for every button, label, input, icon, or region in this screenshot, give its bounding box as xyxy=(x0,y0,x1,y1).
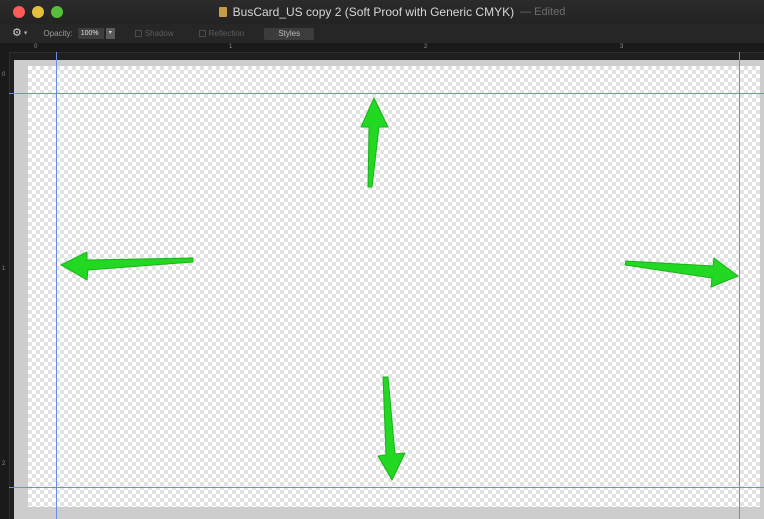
horizontal-ruler[interactable]: 0 1 2 3 xyxy=(0,43,764,53)
window-title: BusCard_US copy 2 (Soft Proof with Gener… xyxy=(232,5,515,19)
window-title-group: BusCard_US copy 2 (Soft Proof with Gener… xyxy=(0,0,764,24)
reflection-label: Reflection xyxy=(208,29,245,38)
opacity-input[interactable]: 100% xyxy=(77,28,104,39)
ruler-tick-label: 2 xyxy=(424,44,428,50)
app-window: BusCard_US copy 2 (Soft Proof with Gener… xyxy=(0,0,764,519)
vertical-ruler[interactable]: 0 1 2 xyxy=(0,52,10,519)
ruler-tick-label: 0 xyxy=(34,44,38,50)
styles-button[interactable]: Styles xyxy=(264,27,315,40)
document-icon xyxy=(218,7,227,17)
shadow-label: Shadow xyxy=(144,29,174,38)
guide-line-right[interactable] xyxy=(739,52,740,519)
transparent-canvas[interactable] xyxy=(28,66,760,507)
ruler-tick-label: 1 xyxy=(2,266,6,272)
shadow-checkbox-box xyxy=(134,30,142,37)
chevron-down-icon: ▾ xyxy=(23,30,28,37)
reflection-checkbox-box xyxy=(198,30,206,37)
ruler-tick-label: 0 xyxy=(2,72,6,78)
ruler-tick-label: 1 xyxy=(229,44,233,50)
opacity-dropdown-button[interactable]: ▾ xyxy=(105,28,115,39)
ruler-tick-label: 2 xyxy=(2,461,6,467)
reflection-checkbox[interactable]: Reflection xyxy=(198,29,245,38)
title-bar: BusCard_US copy 2 (Soft Proof with Gener… xyxy=(0,0,764,24)
toolbar: ⚙ ▾ Opacity: 100% ▾ Shadow Reflection St… xyxy=(0,24,764,43)
guide-line-left[interactable] xyxy=(56,52,57,519)
guide-line-bottom[interactable] xyxy=(9,487,764,488)
canvas-area xyxy=(14,60,764,519)
gear-icon: ⚙ xyxy=(12,27,22,39)
ruler-tick-label: 3 xyxy=(620,44,624,50)
shadow-checkbox[interactable]: Shadow xyxy=(134,29,174,38)
guide-line-top[interactable] xyxy=(9,93,764,94)
edited-status: — Edited xyxy=(520,6,566,18)
opacity-label: Opacity: xyxy=(43,29,73,38)
action-menu-button[interactable]: ⚙ ▾ xyxy=(12,28,27,39)
